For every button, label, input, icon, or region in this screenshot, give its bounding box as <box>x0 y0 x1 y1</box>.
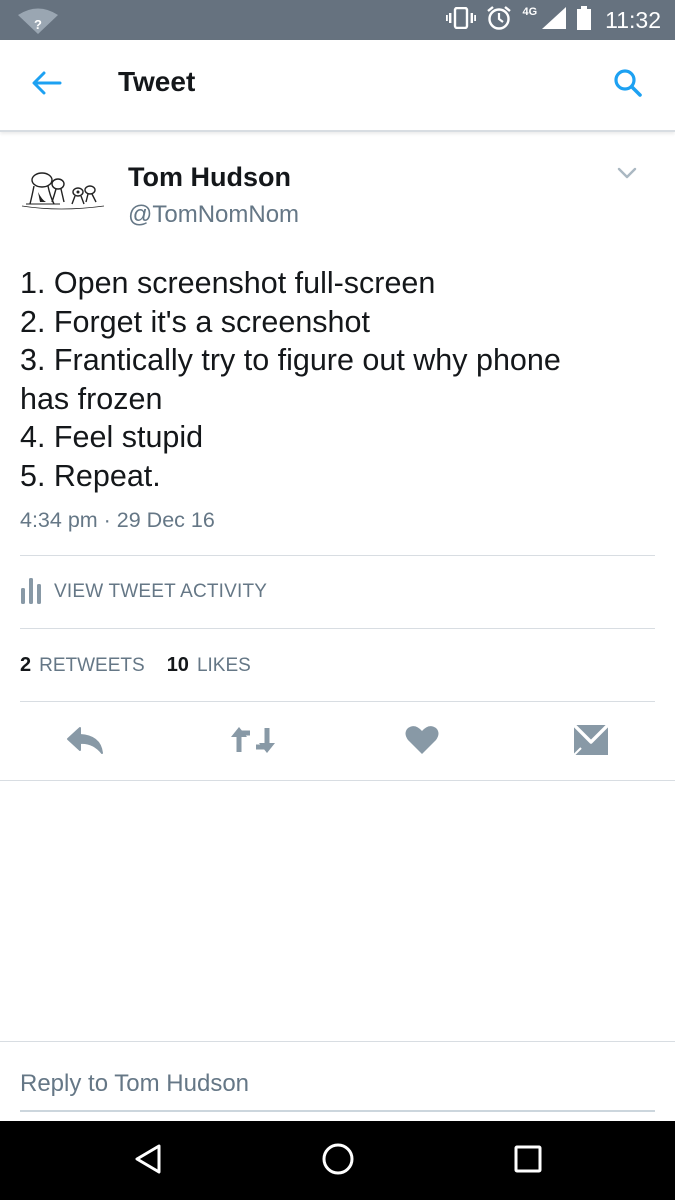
status-time: 11:32 <box>605 6 661 33</box>
back-button[interactable] <box>24 62 70 108</box>
like-button[interactable] <box>397 720 447 764</box>
direct-message-button[interactable] <box>566 720 616 764</box>
home-circle-icon <box>321 1142 355 1181</box>
retweets-label: RETWEETS <box>39 655 145 676</box>
wifi-icon: ? <box>16 8 60 39</box>
author-name[interactable]: Tom Hudson <box>128 162 291 193</box>
divider <box>20 701 655 702</box>
divider <box>20 555 655 556</box>
nav-back-button[interactable] <box>126 1139 170 1183</box>
app-bar: Tweet <box>0 40 675 132</box>
tweet-stats: 2 RETWEETS 10 LIKES <box>20 654 273 677</box>
search-icon <box>613 68 643 103</box>
reply-input[interactable]: Reply to Tom Hudson <box>20 1062 655 1112</box>
system-nav-bar <box>0 1121 675 1200</box>
tweet-line: has frozen <box>20 381 163 416</box>
retweet-icon <box>230 725 276 760</box>
tweet-text: 1. Open screenshot full-screen 2. Forget… <box>20 264 650 495</box>
nav-home-button[interactable] <box>316 1139 360 1183</box>
tweet-line: 2. Forget it's a screenshot <box>20 304 370 339</box>
wifi-badge: ? <box>34 17 42 32</box>
tweet-options-button[interactable] <box>612 160 642 190</box>
divider <box>0 780 675 781</box>
likes-label: LIKES <box>196 655 251 676</box>
divider <box>20 628 655 629</box>
reply-icon <box>65 725 105 760</box>
signal-icon <box>541 6 567 35</box>
retweets-count: 2 <box>20 654 32 676</box>
retweet-button[interactable] <box>228 720 278 764</box>
heart-icon <box>405 725 439 760</box>
back-arrow-icon <box>32 71 62 100</box>
nav-recents-button[interactable] <box>506 1139 550 1183</box>
author-handle[interactable]: @TomNomNom <box>128 201 299 229</box>
alarm-icon <box>486 5 512 36</box>
network-type: 4G <box>522 6 538 18</box>
status-bar: ? 4G 11:32 <box>0 0 675 40</box>
vibrate-icon <box>446 6 477 34</box>
back-triangle-icon <box>133 1143 163 1180</box>
tweet-timestamp: 4:34 pm · 29 Dec 16 <box>20 508 215 532</box>
likes-count: 10 <box>166 654 189 676</box>
reply-placeholder: Reply to Tom Hudson <box>20 1070 250 1097</box>
recents-square-icon <box>513 1144 543 1179</box>
search-button[interactable] <box>605 62 651 108</box>
tweet-actions <box>0 712 675 772</box>
reply-underline <box>20 1110 655 1112</box>
tweet-line: 3. Frantically try to figure out why pho… <box>20 343 561 377</box>
divider <box>0 1041 675 1042</box>
tweet-line: 4. Feel stupid <box>20 420 204 454</box>
bar-chart-icon <box>20 576 42 609</box>
likes-stat[interactable]: 10 LIKES <box>167 654 273 677</box>
page-title: Tweet <box>118 66 196 97</box>
tweet-line: 5. Repeat. <box>20 458 161 493</box>
message-icon <box>572 723 610 761</box>
battery-icon <box>577 5 592 35</box>
view-activity-button[interactable]: VIEW TWEET ACTIVITY <box>20 574 267 610</box>
view-activity-label: VIEW TWEET ACTIVITY <box>54 581 268 602</box>
chevron-down-icon <box>617 166 637 184</box>
reply-button[interactable] <box>60 720 110 764</box>
avatar[interactable] <box>20 156 106 222</box>
tweet-line: 1. Open screenshot full-screen <box>20 266 436 300</box>
retweets-stat[interactable]: 2 RETWEETS <box>20 654 167 677</box>
